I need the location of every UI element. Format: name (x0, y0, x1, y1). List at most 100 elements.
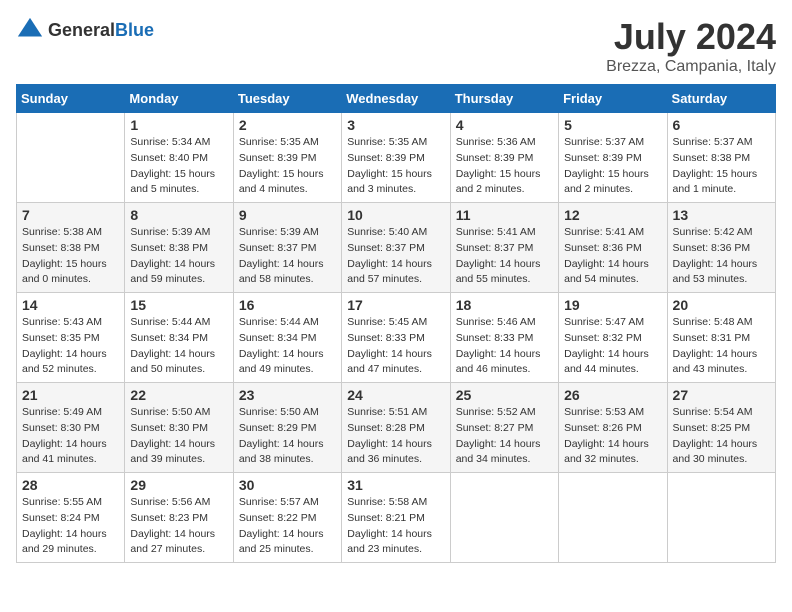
day-number: 21 (22, 387, 119, 403)
calendar-cell: 18Sunrise: 5:46 AM Sunset: 8:33 PM Dayli… (450, 293, 558, 383)
calendar-week-1: 1 Sunrise: 5:34 AM Sunset: 8:40 PM Daylig… (17, 113, 776, 203)
day-info: Sunrise: 5:35 AM Sunset: 8:39 PM Dayligh… (239, 135, 336, 198)
calendar-cell: 23 Sunrise: 5:50 AM Sunset: 8:29 PM Dayli… (233, 383, 341, 473)
day-number: 14 (22, 297, 119, 313)
day-info: Sunrise: 5:44 AM Sunset: 8:34 PM Dayligh… (130, 315, 227, 378)
calendar-cell: 2 Sunrise: 5:35 AM Sunset: 8:39 PM Daylig… (233, 113, 341, 203)
day-number: 25 (456, 387, 553, 403)
header-friday: Friday (559, 85, 667, 113)
calendar-cell (17, 113, 125, 203)
day-number: 26 (564, 387, 661, 403)
day-info: Sunrise: 5:52 AM Sunset: 8:27 PM Dayligh… (456, 405, 553, 468)
day-number: 27 (673, 387, 770, 403)
calendar-cell: 19 Sunrise: 5:47 AM Sunset: 8:32 PM Dayli… (559, 293, 667, 383)
header-saturday: Saturday (667, 85, 775, 113)
day-number: 17 (347, 297, 444, 313)
calendar-cell: 22Sunrise: 5:50 AM Sunset: 8:30 PM Dayli… (125, 383, 233, 473)
day-number: 6 (673, 117, 770, 133)
logo: GeneralBlue (16, 16, 154, 44)
day-info: Sunrise: 5:51 AM Sunset: 8:28 PM Dayligh… (347, 405, 444, 468)
calendar-cell: 29Sunrise: 5:56 AM Sunset: 8:23 PM Dayli… (125, 473, 233, 563)
day-number: 30 (239, 477, 336, 493)
calendar-cell: 21 Sunrise: 5:49 AM Sunset: 8:30 PM Dayli… (17, 383, 125, 473)
calendar-week-2: 7 Sunrise: 5:38 AM Sunset: 8:38 PM Daylig… (17, 203, 776, 293)
title-section: July 2024 Brezza, Campania, Italy (606, 16, 776, 76)
day-number: 13 (673, 207, 770, 223)
day-info: Sunrise: 5:44 AM Sunset: 8:34 PM Dayligh… (239, 315, 336, 378)
calendar-week-4: 21 Sunrise: 5:49 AM Sunset: 8:30 PM Dayli… (17, 383, 776, 473)
day-number: 15 (130, 297, 227, 313)
day-number: 7 (22, 207, 119, 223)
logo-general: General (48, 20, 115, 40)
calendar-cell: 26 Sunrise: 5:53 AM Sunset: 8:26 PM Dayli… (559, 383, 667, 473)
day-number: 23 (239, 387, 336, 403)
calendar-cell: 20Sunrise: 5:48 AM Sunset: 8:31 PM Dayli… (667, 293, 775, 383)
day-info: Sunrise: 5:39 AM Sunset: 8:38 PM Dayligh… (130, 225, 227, 288)
day-info: Sunrise: 5:39 AM Sunset: 8:37 PM Dayligh… (239, 225, 336, 288)
calendar-cell: 7 Sunrise: 5:38 AM Sunset: 8:38 PM Daylig… (17, 203, 125, 293)
day-number: 9 (239, 207, 336, 223)
header-monday: Monday (125, 85, 233, 113)
calendar-cell: 1 Sunrise: 5:34 AM Sunset: 8:40 PM Daylig… (125, 113, 233, 203)
day-number: 31 (347, 477, 444, 493)
day-number: 8 (130, 207, 227, 223)
page-header: GeneralBlue July 2024 Brezza, Campania, … (16, 16, 776, 76)
header-thursday: Thursday (450, 85, 558, 113)
day-number: 3 (347, 117, 444, 133)
day-number: 10 (347, 207, 444, 223)
calendar-cell: 9 Sunrise: 5:39 AM Sunset: 8:37 PM Daylig… (233, 203, 341, 293)
day-info: Sunrise: 5:47 AM Sunset: 8:32 PM Dayligh… (564, 315, 661, 378)
day-info: Sunrise: 5:56 AM Sunset: 8:23 PM Dayligh… (130, 495, 227, 558)
day-info: Sunrise: 5:50 AM Sunset: 8:29 PM Dayligh… (239, 405, 336, 468)
calendar-cell (667, 473, 775, 563)
day-number: 4 (456, 117, 553, 133)
logo-text: GeneralBlue (48, 20, 154, 41)
day-info: Sunrise: 5:43 AM Sunset: 8:35 PM Dayligh… (22, 315, 119, 378)
day-info: Sunrise: 5:38 AM Sunset: 8:38 PM Dayligh… (22, 225, 119, 288)
day-info: Sunrise: 5:40 AM Sunset: 8:37 PM Dayligh… (347, 225, 444, 288)
day-number: 19 (564, 297, 661, 313)
calendar-cell (450, 473, 558, 563)
header-row: Sunday Monday Tuesday Wednesday Thursday… (17, 85, 776, 113)
day-info: Sunrise: 5:45 AM Sunset: 8:33 PM Dayligh… (347, 315, 444, 378)
logo-icon (16, 16, 44, 44)
calendar-cell: 13Sunrise: 5:42 AM Sunset: 8:36 PM Dayli… (667, 203, 775, 293)
calendar-cell: 25 Sunrise: 5:52 AM Sunset: 8:27 PM Dayli… (450, 383, 558, 473)
month-title: July 2024 (606, 16, 776, 58)
calendar-cell: 16 Sunrise: 5:44 AM Sunset: 8:34 PM Dayli… (233, 293, 341, 383)
logo-blue: Blue (115, 20, 154, 40)
calendar-cell: 11 Sunrise: 5:41 AM Sunset: 8:37 PM Dayli… (450, 203, 558, 293)
calendar-cell: 31Sunrise: 5:58 AM Sunset: 8:21 PM Dayli… (342, 473, 450, 563)
calendar-cell: 10 Sunrise: 5:40 AM Sunset: 8:37 PM Dayli… (342, 203, 450, 293)
day-info: Sunrise: 5:35 AM Sunset: 8:39 PM Dayligh… (347, 135, 444, 198)
day-info: Sunrise: 5:41 AM Sunset: 8:37 PM Dayligh… (456, 225, 553, 288)
day-number: 11 (456, 207, 553, 223)
header-wednesday: Wednesday (342, 85, 450, 113)
calendar-cell: 17 Sunrise: 5:45 AM Sunset: 8:33 PM Dayli… (342, 293, 450, 383)
day-number: 5 (564, 117, 661, 133)
calendar-cell: 8 Sunrise: 5:39 AM Sunset: 8:38 PM Daylig… (125, 203, 233, 293)
location-title: Brezza, Campania, Italy (606, 58, 776, 76)
day-number: 12 (564, 207, 661, 223)
calendar-cell: 14 Sunrise: 5:43 AM Sunset: 8:35 PM Dayli… (17, 293, 125, 383)
day-number: 24 (347, 387, 444, 403)
day-info: Sunrise: 5:41 AM Sunset: 8:36 PM Dayligh… (564, 225, 661, 288)
day-number: 16 (239, 297, 336, 313)
day-info: Sunrise: 5:53 AM Sunset: 8:26 PM Dayligh… (564, 405, 661, 468)
calendar-week-5: 28Sunrise: 5:55 AM Sunset: 8:24 PM Dayli… (17, 473, 776, 563)
day-info: Sunrise: 5:37 AM Sunset: 8:39 PM Dayligh… (564, 135, 661, 198)
calendar-cell: 15 Sunrise: 5:44 AM Sunset: 8:34 PM Dayli… (125, 293, 233, 383)
calendar-week-3: 14 Sunrise: 5:43 AM Sunset: 8:35 PM Dayli… (17, 293, 776, 383)
day-number: 18 (456, 297, 553, 313)
day-info: Sunrise: 5:34 AM Sunset: 8:40 PM Dayligh… (130, 135, 227, 198)
day-number: 1 (130, 117, 227, 133)
calendar-cell: 4Sunrise: 5:36 AM Sunset: 8:39 PM Daylig… (450, 113, 558, 203)
header-sunday: Sunday (17, 85, 125, 113)
day-number: 2 (239, 117, 336, 133)
day-info: Sunrise: 5:49 AM Sunset: 8:30 PM Dayligh… (22, 405, 119, 468)
calendar-cell (559, 473, 667, 563)
day-number: 28 (22, 477, 119, 493)
day-number: 20 (673, 297, 770, 313)
calendar-cell: 24 Sunrise: 5:51 AM Sunset: 8:28 PM Dayli… (342, 383, 450, 473)
day-info: Sunrise: 5:57 AM Sunset: 8:22 PM Dayligh… (239, 495, 336, 558)
